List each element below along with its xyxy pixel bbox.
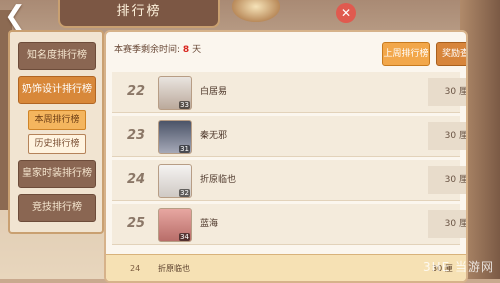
score: 30 厘 (428, 122, 466, 150)
my-rank-row: 24 折原临也 30 厘 (106, 254, 466, 281)
level-badge: 33 (179, 101, 190, 109)
player-name: 白居易 (200, 87, 228, 97)
watermark: 3HE 当游网 (422, 260, 494, 274)
table-row[interactable]: 24 32 折原临也 30 厘 (112, 160, 466, 201)
player-name: 秦无邪 (200, 131, 228, 141)
rank-number: 24 (126, 172, 146, 187)
reward-button[interactable]: 奖励查看 (436, 42, 466, 66)
table-row[interactable]: 23 31 秦无邪 30 厘 (112, 116, 466, 157)
my-rank: 24 (130, 264, 141, 273)
player-name: 折原临也 (200, 175, 237, 185)
ranking-panel: 本赛季剩余时间: 8 天 上周排行榜 奖励查看 22 33 白居易 30 厘 2… (104, 30, 468, 283)
avatar: 32 (158, 164, 192, 198)
score: 30 厘 (428, 166, 466, 194)
page-title: 排行榜 (58, 0, 220, 28)
rank-number: 25 (126, 216, 146, 231)
score: 30 厘 (428, 78, 466, 106)
close-icon[interactable]: ✕ (336, 3, 356, 23)
level-badge: 32 (179, 189, 190, 197)
score: 30 厘 (428, 210, 466, 238)
tab-this-week[interactable]: 本周排行榜 (28, 110, 86, 130)
sidebar-item-design[interactable]: 奶饰设计排行榜 (18, 76, 96, 104)
level-badge: 31 (179, 145, 190, 153)
player-name: 蓝海 (200, 219, 219, 229)
season-unit: 天 (192, 45, 202, 55)
avatar: 33 (158, 76, 192, 110)
rank-number: 23 (126, 128, 146, 143)
tab-history[interactable]: 历史排行榜 (28, 134, 86, 154)
last-week-button[interactable]: 上周排行榜 (382, 42, 430, 66)
season-days: 8 (182, 45, 190, 55)
table-row[interactable]: 25 34 蓝海 30 厘 (112, 204, 466, 245)
avatar: 34 (158, 208, 192, 242)
sidebar: 知名度排行榜 奶饰设计排行榜 本周排行榜 历史排行榜 皇家时装排行榜 竞技排行榜 (8, 30, 104, 234)
my-name: 折原临也 (158, 264, 190, 273)
level-badge: 34 (179, 233, 190, 241)
season-timer: 本赛季剩余时间: 8 天 (114, 42, 201, 55)
sidebar-item-fame[interactable]: 知名度排行榜 (18, 42, 96, 70)
avatar: 31 (158, 120, 192, 154)
ceiling-lamp (232, 0, 280, 22)
season-label: 本赛季剩余时间: (114, 45, 181, 55)
rank-number: 22 (126, 84, 146, 99)
back-arrow-icon[interactable]: ❮ (4, 2, 46, 30)
table-row[interactable]: 22 33 白居易 30 厘 (112, 72, 466, 113)
sidebar-item-arena[interactable]: 竞技排行榜 (18, 194, 96, 222)
sidebar-item-royal[interactable]: 皇家时装排行榜 (18, 160, 96, 188)
